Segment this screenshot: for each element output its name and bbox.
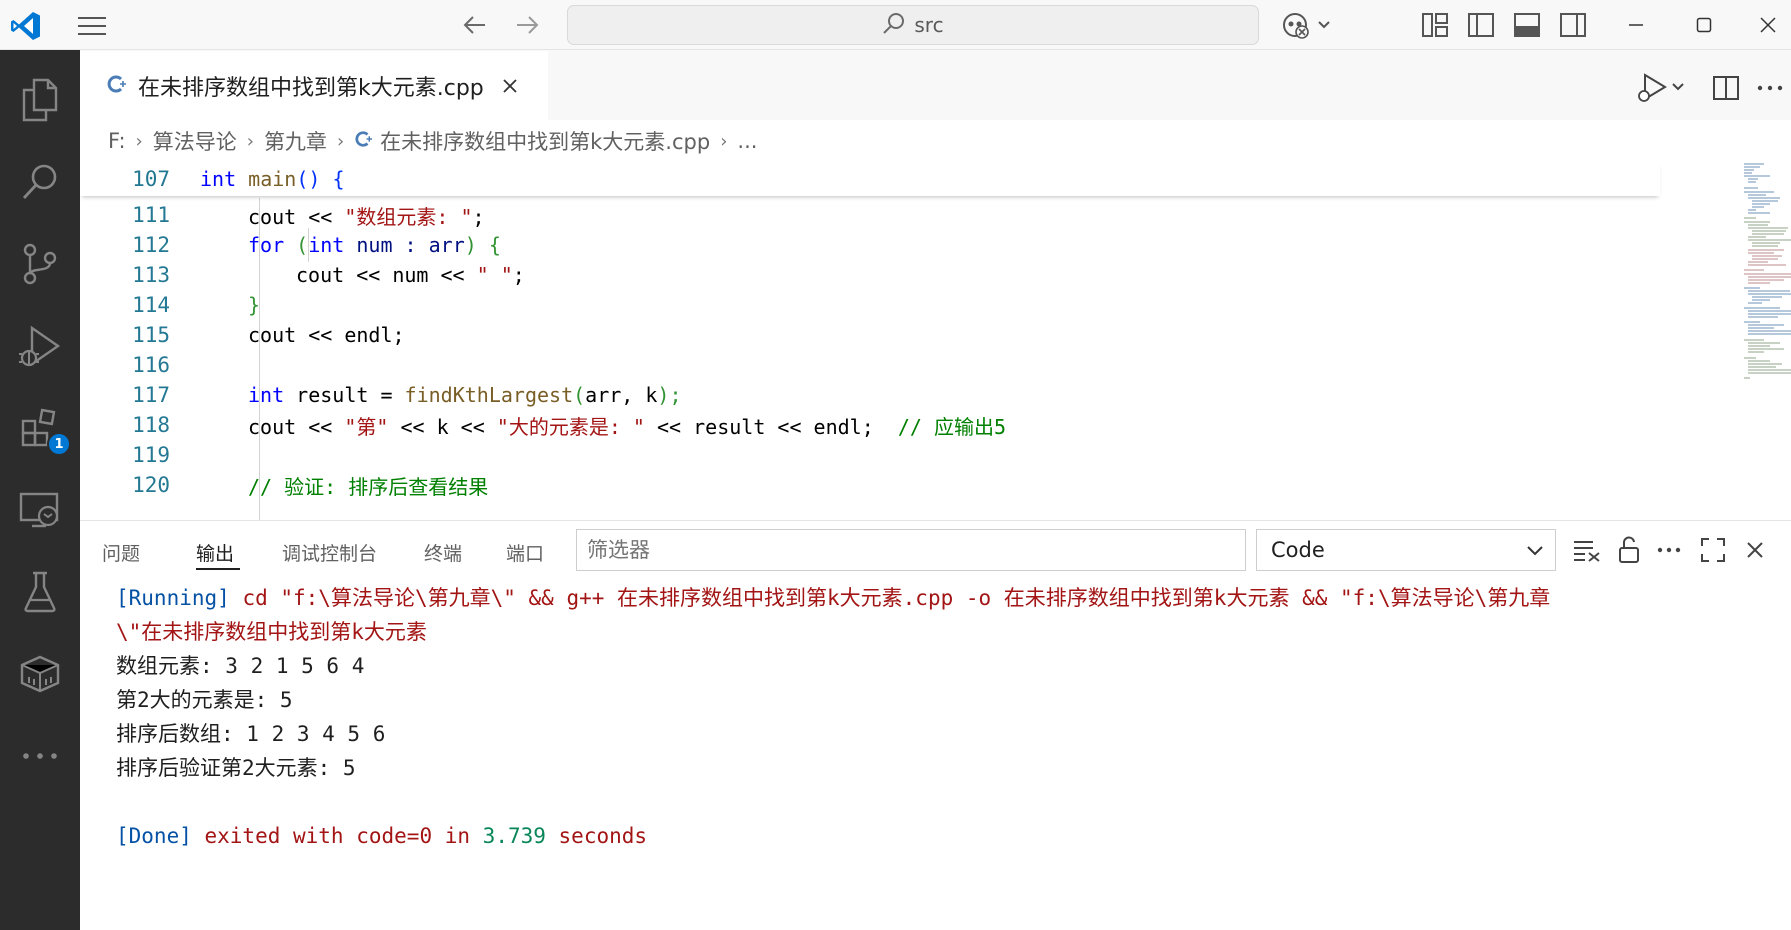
run-code-dropdown-icon[interactable] xyxy=(1630,70,1690,106)
code-editor[interactable]: 107 int main() { 111 cout << "数组元素: "; 1… xyxy=(80,162,1791,520)
chevron-right-icon: › xyxy=(720,130,728,152)
title-bar: src xyxy=(0,0,1791,50)
cpp-file-icon xyxy=(106,74,126,98)
editor-tab-active[interactable]: 在未排序数组中找到第k大元素.cpp xyxy=(80,50,548,120)
close-icon[interactable] xyxy=(1746,8,1790,42)
tab-debug-console[interactable]: 调试控制台 xyxy=(282,539,377,566)
extensions-badge: 1 xyxy=(47,432,71,456)
remote-explorer-icon[interactable] xyxy=(10,480,70,540)
code-line[interactable]: 115 cout << endl; xyxy=(80,318,1660,352)
sticky-scroll-line[interactable]: 107 int main() { xyxy=(80,162,1660,196)
extensions-icon[interactable]: 1 xyxy=(10,398,71,458)
explorer-icon[interactable] xyxy=(10,70,70,130)
breadcrumb-folder-2[interactable]: 第九章 xyxy=(264,126,327,156)
tab-close-icon[interactable] xyxy=(498,74,522,98)
output-blank-line xyxy=(116,785,1776,819)
code-line[interactable]: 116 xyxy=(80,348,1660,382)
chevron-right-icon: › xyxy=(135,130,143,152)
copilot-icon[interactable] xyxy=(1278,8,1338,42)
chevron-right-icon: › xyxy=(246,130,254,152)
output-line: 数组元素: 3 2 1 5 6 4 xyxy=(116,654,365,678)
code-line[interactable]: 112 for (int num : arr) { xyxy=(80,228,1660,262)
more-icon[interactable] xyxy=(10,726,70,786)
customize-layout-icon[interactable] xyxy=(1420,10,1450,40)
source-control-icon[interactable] xyxy=(10,234,70,294)
output-line: \"在未排序数组中找到第k大元素 xyxy=(116,620,427,644)
toggle-panel-icon[interactable] xyxy=(1512,10,1542,40)
breadcrumb-more[interactable]: ... xyxy=(737,129,757,153)
code-line[interactable]: 113 cout << num << " "; xyxy=(80,258,1660,292)
command-center-search[interactable]: src xyxy=(567,5,1259,45)
tab-ports[interactable]: 端口 xyxy=(506,539,544,566)
code-line[interactable]: 118 cout << "第" << k << "大的元素是: " << res… xyxy=(80,408,1660,442)
output-line: 排序后数组: 1 2 3 4 5 6 xyxy=(116,722,386,746)
editor-tab-bar: 在未排序数组中找到第k大元素.cpp xyxy=(80,50,1791,120)
tab-terminal[interactable]: 终端 xyxy=(424,539,462,566)
panel-more-icon[interactable] xyxy=(1652,533,1686,567)
breadcrumb-file[interactable]: 在未排序数组中找到第k大元素.cpp xyxy=(380,126,710,156)
arrow-left-icon[interactable] xyxy=(460,10,490,40)
output-filter-input[interactable] xyxy=(576,529,1246,571)
code-line[interactable]: 111 cout << "数组元素: "; xyxy=(80,198,1660,232)
command-center-text: src xyxy=(914,13,944,37)
lock-scroll-icon[interactable] xyxy=(1612,533,1646,567)
close-panel-icon[interactable] xyxy=(1738,533,1772,567)
bottom-panel: 问题 输出 调试控制台 终端 端口 Code [Running] cd "f:\… xyxy=(80,520,1791,930)
cpp-file-icon xyxy=(354,129,373,153)
clear-output-icon[interactable] xyxy=(1570,533,1604,567)
maximize-icon[interactable] xyxy=(1682,8,1726,42)
hamburger-menu-icon[interactable] xyxy=(70,8,114,44)
minimap[interactable] xyxy=(1740,162,1791,422)
output-channel-value: Code xyxy=(1271,538,1325,562)
code-line[interactable]: 120 // 验证: 排序后查看结果 xyxy=(80,468,1660,502)
activity-bar: 1 xyxy=(0,50,80,930)
output-line: [Done] exited with code=0 in 3.739 secon… xyxy=(116,824,648,848)
breadcrumb-drive[interactable]: F: xyxy=(108,129,126,153)
chevron-right-icon: › xyxy=(336,130,345,152)
maximize-panel-icon[interactable] xyxy=(1696,533,1730,567)
minimize-icon[interactable] xyxy=(1614,8,1658,42)
line-number: 107 xyxy=(132,167,170,191)
containers-icon[interactable] xyxy=(10,644,70,704)
run-and-debug-icon[interactable] xyxy=(10,316,70,376)
search-icon xyxy=(882,11,906,39)
active-tab-indicator xyxy=(196,568,240,570)
code-line[interactable]: 117 int result = findKthLargest(arr, k); xyxy=(80,378,1660,412)
tab-label: 在未排序数组中找到第k大元素.cpp xyxy=(138,75,484,101)
code-line[interactable]: 119 xyxy=(80,438,1660,472)
tab-problems[interactable]: 问题 xyxy=(102,539,140,566)
output-line: 第2大的元素是: 5 xyxy=(116,688,293,712)
vscode-logo-icon xyxy=(6,6,46,46)
tab-output[interactable]: 输出 xyxy=(196,539,234,566)
toggle-sidebar-icon[interactable] xyxy=(1466,10,1496,40)
output-channel-select[interactable]: Code xyxy=(1256,529,1556,571)
search-icon[interactable] xyxy=(10,152,70,212)
arrow-right-icon[interactable] xyxy=(512,10,542,40)
split-editor-icon[interactable] xyxy=(1706,70,1746,106)
output-line: [Running] cd "f:\算法导论\第九章\" && g++ 在未排序数… xyxy=(116,586,1551,610)
chevron-down-icon xyxy=(1525,540,1545,565)
testing-icon[interactable] xyxy=(10,562,70,622)
code-line[interactable]: 114 } xyxy=(80,288,1660,322)
output-line: 排序后验证第2大元素: 5 xyxy=(116,756,356,780)
breadcrumb-folder-1[interactable]: 算法导论 xyxy=(153,126,237,156)
more-actions-icon[interactable] xyxy=(1750,70,1790,106)
output-log[interactable]: [Running] cd "f:\算法导论\第九章\" && g++ 在未排序数… xyxy=(116,581,1776,853)
breadcrumb: F: › 算法导论 › 第九章 › 在未排序数组中找到第k大元素.cpp › .… xyxy=(80,120,1791,162)
toggle-secondary-sidebar-icon[interactable] xyxy=(1558,10,1588,40)
